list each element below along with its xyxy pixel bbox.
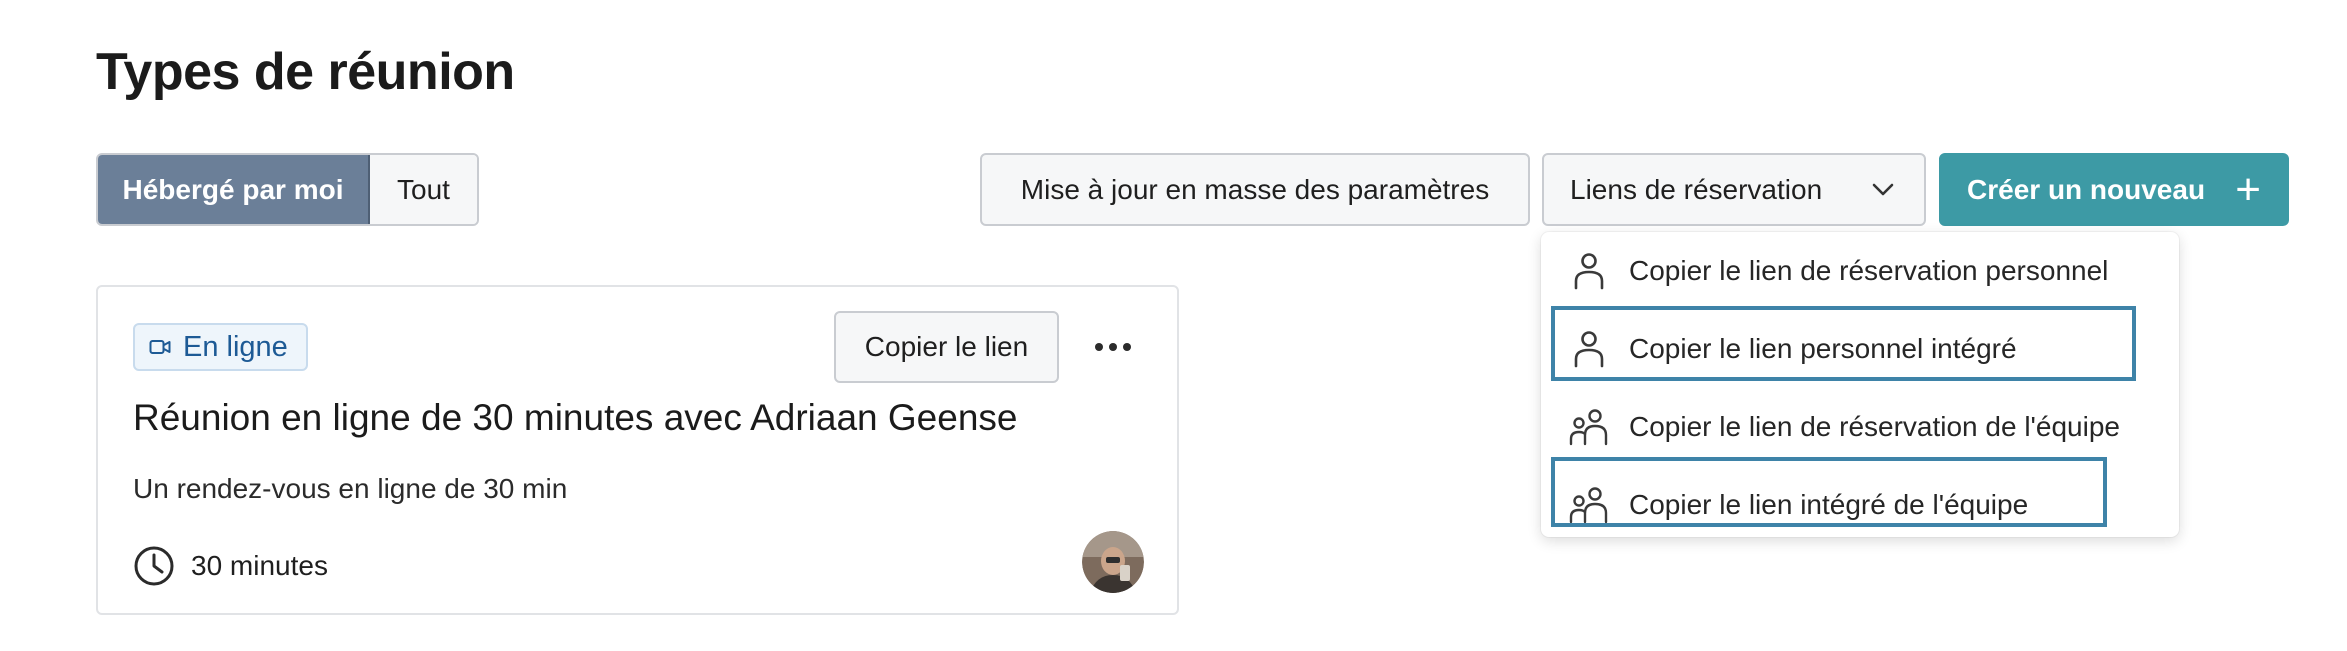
menu-item-label: Copier le lien personnel intégré <box>1629 333 2017 364</box>
location-badge-label: En ligne <box>183 330 288 363</box>
create-new-label: Créer un nouveau <box>1967 173 2206 205</box>
location-badge: En ligne <box>133 323 308 371</box>
clock-icon <box>134 546 174 586</box>
menu-item-copy-personal-booking-link[interactable]: Copier le lien de réservation personnel <box>1541 232 2179 310</box>
menu-item-copy-team-embed-link[interactable]: Copier le lien intégré de l'équipe <box>1541 466 2179 544</box>
menu-item-copy-personal-embed-link[interactable]: Copier le lien personnel intégré <box>1541 310 2179 388</box>
team-icon <box>1569 409 1608 446</box>
booking-links-dropdown[interactable]: Liens de réservation <box>1542 153 1926 226</box>
menu-item-label: Copier le lien de réservation de l'équip… <box>1629 411 2120 442</box>
chevron-down-icon <box>1872 183 1894 195</box>
meeting-title: Réunion en ligne de 30 minutes avec Adri… <box>133 397 1018 438</box>
person-icon <box>1574 331 1604 368</box>
menu-item-copy-team-booking-link[interactable]: Copier le lien de réservation de l'équip… <box>1541 388 2179 466</box>
host-filter-toggle: Hébergé par moi Tout <box>96 153 479 226</box>
create-new-button[interactable]: Créer un nouveau + <box>1939 153 2289 226</box>
filter-hosted-by-me[interactable]: Hébergé par moi <box>98 155 370 224</box>
menu-item-label: Copier le lien intégré de l'équipe <box>1629 489 2029 520</box>
duration-label: 30 minutes <box>191 550 328 581</box>
filter-all[interactable]: Tout <box>370 155 477 224</box>
person-icon <box>1574 253 1604 290</box>
plus-icon: + <box>2235 164 2261 214</box>
meeting-duration: 30 minutes <box>133 545 328 587</box>
team-icon <box>1569 487 1608 524</box>
meeting-type-card[interactable]: En ligne Copier le lien Réunion en ligne… <box>96 285 1179 615</box>
video-camera-icon <box>149 340 171 354</box>
booking-links-label: Liens de réservation <box>1570 173 1823 205</box>
page-title: Types de réunion <box>96 43 515 101</box>
menu-item-label: Copier le lien de réservation personnel <box>1629 255 2109 286</box>
copy-link-button[interactable]: Copier le lien <box>834 311 1059 383</box>
booking-links-menu: Copier le lien de réservation personnel … <box>1541 232 2179 537</box>
avatar <box>1082 531 1144 593</box>
bulk-update-button[interactable]: Mise à jour en masse des paramètres <box>980 153 1530 226</box>
more-options-icon[interactable] <box>1088 327 1138 367</box>
meeting-description: Un rendez-vous en ligne de 30 min <box>133 473 568 504</box>
